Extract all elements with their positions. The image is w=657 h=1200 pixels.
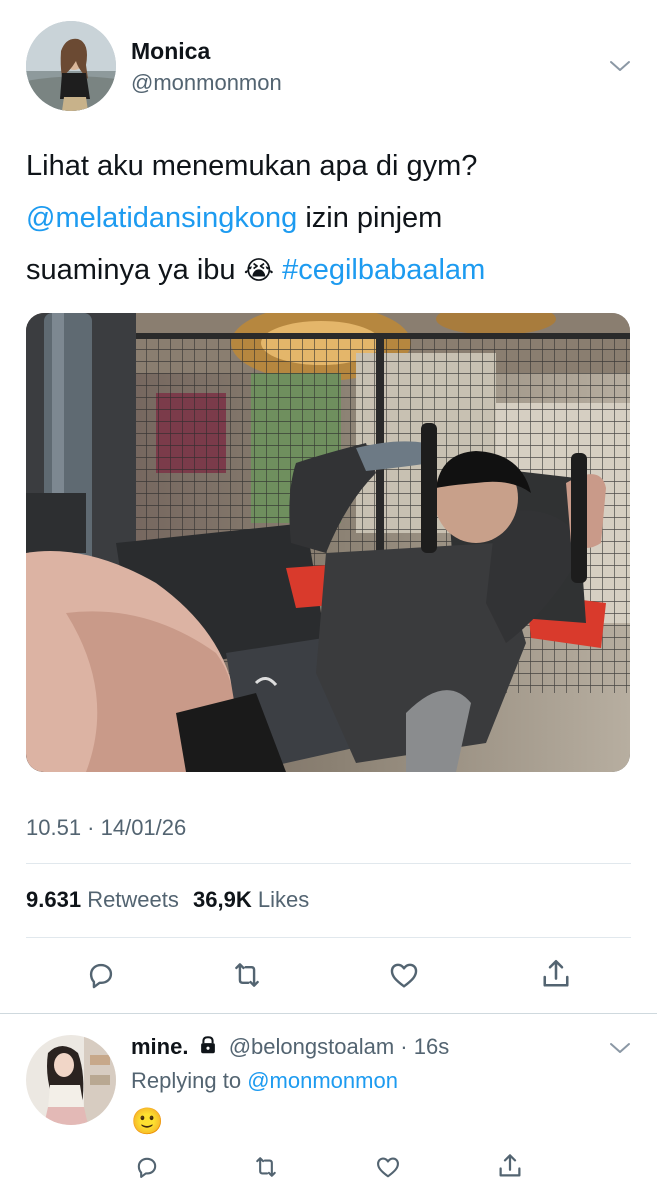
heart-icon[interactable] — [373, 1153, 403, 1181]
retweet-icon[interactable] — [229, 958, 265, 992]
heart-icon[interactable] — [386, 958, 422, 992]
share-icon[interactable] — [495, 1151, 525, 1181]
author-avatar[interactable] — [26, 21, 116, 111]
replying-to-label: Replying to — [131, 1068, 242, 1093]
like-count[interactable]: 36,9K Likes — [193, 887, 309, 912]
like-count-value: 36,9K — [193, 887, 252, 912]
reply-avatar[interactable] — [26, 1035, 116, 1125]
replying-to-handle[interactable]: @monmonmon — [247, 1068, 398, 1093]
chevron-down-icon[interactable] — [606, 54, 634, 78]
reply-author-handle[interactable]: @belongstoalam — [229, 1034, 394, 1059]
tweet-text-segment: suaminya ya ibu — [26, 254, 244, 286]
lock-icon — [197, 1034, 219, 1056]
retweet-icon[interactable] — [251, 1153, 281, 1181]
like-count-label: Likes — [257, 887, 310, 912]
reply-icon[interactable] — [84, 958, 118, 992]
share-icon[interactable] — [538, 956, 574, 992]
tweet-text-line-2: @melatidansingkong izin pinjem — [26, 192, 636, 244]
replying-to: Replying to @monmonmon — [131, 1068, 398, 1094]
mention-link[interactable]: @melatidansingkong — [26, 202, 297, 234]
tweet-stats: 9.631 Retweets 36,9K Likes — [26, 887, 309, 913]
divider — [26, 863, 631, 864]
chevron-down-icon[interactable] — [606, 1036, 634, 1060]
crying-emoji: 😭 — [243, 255, 275, 285]
section-divider — [0, 1013, 657, 1014]
reply-content: 🙂 — [131, 1106, 164, 1136]
divider — [26, 937, 631, 938]
retweet-count-label: Retweets — [87, 887, 179, 912]
tweet-text: Lihat aku menemukan apa di gym? @melatid… — [26, 140, 636, 296]
author-handle[interactable]: @monmonmon — [131, 70, 282, 96]
tweet-text-line-3: suaminya ya ibu 😭 #cegilbabaalam — [26, 244, 636, 296]
hashtag-link[interactable]: #cegilbabaalam — [282, 254, 485, 286]
tweet-photo[interactable] — [26, 313, 630, 772]
tweet-text-line-1: Lihat aku menemukan apa di gym? — [26, 150, 478, 182]
reply-header: mine. @belongstoalam · 16s — [131, 1034, 449, 1060]
retweet-count-value: 9.631 — [26, 887, 82, 912]
retweet-count[interactable]: 9.631 Retweets — [26, 887, 185, 912]
reply-time[interactable]: · 16s — [400, 1034, 449, 1059]
tweet-text-segment: izin pinjem — [297, 202, 443, 234]
reply-author-name[interactable]: mine. — [131, 1034, 188, 1059]
author-name[interactable]: Monica — [131, 38, 210, 65]
tweet-timestamp[interactable]: 10.51 · 14/01/26 — [26, 815, 186, 841]
reply-icon[interactable] — [133, 1153, 161, 1181]
